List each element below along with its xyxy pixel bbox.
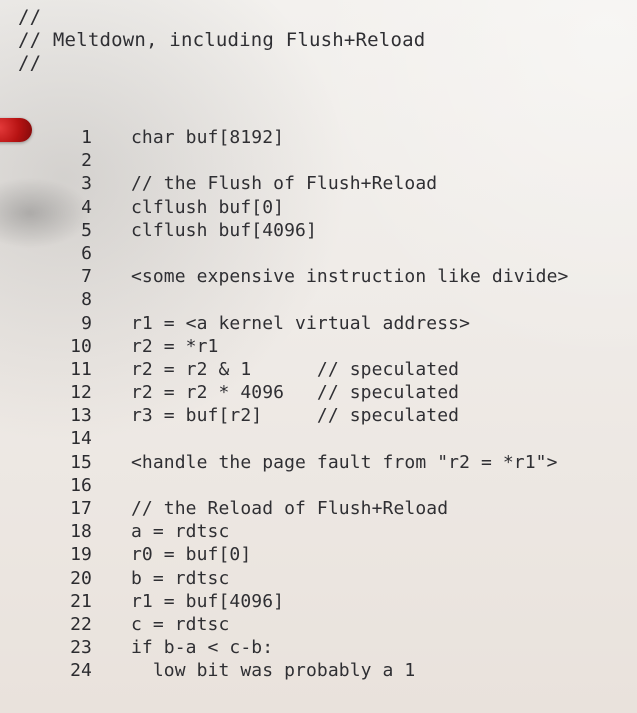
line-number: 12 — [70, 382, 92, 404]
line-number: 9 — [81, 312, 92, 334]
code-line: 3 // the Flush of Flush+Reload — [64, 172, 568, 195]
code-line: 14 — [64, 427, 568, 450]
line-number: 7 — [81, 266, 92, 288]
line-number: 13 — [70, 405, 92, 427]
code-text: r1 = buf[4096] — [131, 590, 285, 612]
line-number: 2 — [81, 150, 92, 172]
code-text: r2 = r2 & 1 // speculated — [131, 358, 460, 380]
code-line: 12 r2 = r2 * 4096 // speculated — [64, 381, 568, 404]
code-text: a = rdtsc — [131, 521, 230, 543]
code-line: 2 — [64, 149, 568, 172]
line-number: 22 — [70, 613, 92, 635]
line-number: 16 — [70, 474, 92, 496]
line-number: 19 — [70, 544, 92, 566]
code-line: 11 r2 = r2 & 1 // speculated — [64, 358, 568, 381]
line-number: 6 — [81, 242, 92, 264]
code-text: b = rdtsc — [131, 567, 230, 589]
line-number: 17 — [70, 498, 92, 519]
code-text: r0 = buf[0] — [131, 544, 252, 566]
code-line: 22 c = rdtsc — [64, 613, 568, 636]
code-text: r1 = <a kernel virtual address> — [131, 312, 471, 334]
code-text: char buf[8192] — [131, 127, 285, 148]
line-number: 5 — [81, 219, 92, 241]
line-number: 3 — [81, 173, 92, 195]
code-line: 18 a = rdtsc — [64, 520, 568, 543]
header-comment-block: // // Meltdown, including Flush+Reload /… — [18, 6, 425, 75]
code-listing: 1 char buf[8192] 2 3 // the Flush of Flush… — [64, 126, 568, 683]
line-number: 21 — [70, 590, 92, 612]
red-pointer-marker — [0, 118, 32, 142]
code-line: 21 r1 = buf[4096] — [64, 590, 568, 613]
code-text: if b-a < c-b: — [131, 637, 274, 659]
code-text: r2 = r2 * 4096 // speculated — [131, 382, 460, 404]
code-line: 16 — [64, 474, 568, 497]
code-text: clflush buf[4096] — [131, 219, 317, 241]
code-text: <handle the page fault from "r2 = *r1"> — [131, 451, 558, 473]
code-line: 23 if b-a < c-b: — [64, 636, 568, 659]
code-line: 6 — [64, 242, 568, 265]
code-line: 5 clflush buf[4096] — [64, 219, 568, 242]
code-text: r2 = *r1 — [131, 335, 219, 357]
code-line: 1 char buf[8192] — [64, 126, 568, 149]
line-number: 18 — [70, 521, 92, 543]
line-number: 4 — [81, 196, 92, 218]
line-number: 23 — [70, 637, 92, 659]
code-line: 10 r2 = *r1 — [64, 335, 568, 358]
line-number: 14 — [70, 428, 92, 450]
code-line: 15 <handle the page fault from "r2 = *r1"… — [64, 451, 568, 474]
line-number: 11 — [70, 358, 92, 380]
line-number: 8 — [81, 289, 92, 311]
code-text: c = rdtsc — [131, 613, 230, 635]
code-line: 8 — [64, 288, 568, 311]
code-line: 17 // the Reload of Flush+Reload — [64, 497, 568, 520]
code-text: <some expensive instruction like divide> — [131, 266, 569, 288]
line-number: 1 — [81, 127, 92, 148]
header-comment-line-1: // — [18, 6, 42, 28]
code-line: 7 <some expensive instruction like divide… — [64, 265, 568, 288]
code-line: 13 r3 = buf[r2] // speculated — [64, 404, 568, 427]
code-line: 20 b = rdtsc — [64, 567, 568, 590]
code-text: low bit was probably a 1 — [131, 660, 416, 682]
code-text: // the Flush of Flush+Reload — [131, 173, 438, 195]
line-number: 10 — [70, 335, 92, 357]
code-line: 4 clflush buf[0] — [64, 196, 568, 219]
header-comment-line-3: // — [18, 52, 42, 74]
line-number: 24 — [70, 660, 92, 682]
code-line: 24 low bit was probably a 1 — [64, 659, 568, 682]
code-text: // the Reload of Flush+Reload — [131, 498, 449, 519]
code-line: 19 r0 = buf[0] — [64, 543, 568, 566]
code-text: clflush buf[0] — [131, 196, 285, 218]
code-line: 9 r1 = <a kernel virtual address> — [64, 312, 568, 335]
line-number: 20 — [70, 567, 92, 589]
line-number: 15 — [70, 451, 92, 473]
header-comment-line-2: // Meltdown, including Flush+Reload — [18, 29, 426, 51]
code-text: r3 = buf[r2] // speculated — [131, 405, 460, 427]
